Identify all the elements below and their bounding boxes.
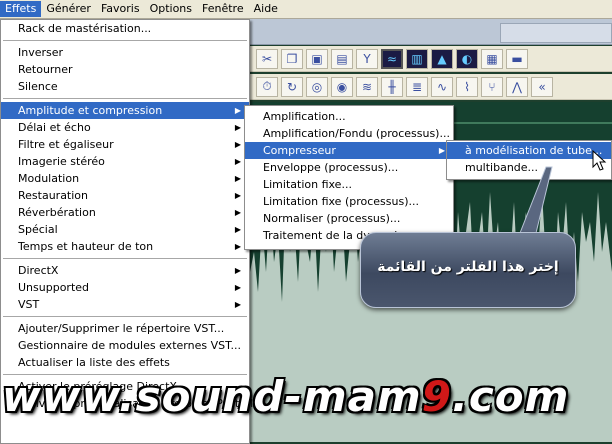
- menu-item-enveloppe[interactable]: Enveloppe (processus)...: [245, 159, 453, 176]
- menu-item-refresh[interactable]: Actualiser la liste des effets: [1, 354, 249, 371]
- menu-item-filtre[interactable]: Filtre et égaliseur ▶: [1, 136, 249, 153]
- submenu-arrow-icon: ▶: [234, 140, 241, 149]
- instruction-callout: إختر هذا الفلتر من القائمة: [360, 232, 576, 308]
- menu-item-delai[interactable]: Délai et écho ▶: [1, 119, 249, 136]
- submenu-arrow-icon: ▶: [438, 146, 445, 155]
- submenu-arrow-icon: ▶: [234, 157, 241, 166]
- menu-separator: [3, 40, 247, 41]
- callout-pointer: [519, 166, 553, 234]
- wave-icon[interactable]: ∿: [431, 76, 453, 97]
- document-tab-bar: [248, 19, 612, 45]
- tab-strip[interactable]: [500, 23, 612, 43]
- amplitude-submenu: Amplification... Amplification/Fondu (pr…: [244, 105, 454, 250]
- submenu-arrow-icon: ▶: [234, 106, 241, 115]
- submenu-arrow-icon: ▶: [234, 242, 241, 251]
- spectral-view-icon[interactable]: ▥: [406, 48, 428, 69]
- submenu-arrow-icon: ▶: [234, 283, 241, 292]
- menu-separator: [3, 258, 247, 259]
- menu-item-compresseur[interactable]: Compresseur ▶: [245, 142, 453, 159]
- menu-item-vst-dir[interactable]: Ajouter/Supprimer le répertoire VST...: [1, 320, 249, 337]
- copy-icon[interactable]: ❐: [281, 48, 303, 69]
- menu-item-directx[interactable]: DirectX ▶: [1, 262, 249, 279]
- menu-item-limitation-processus[interactable]: Limitation fixe (processus)...: [245, 193, 453, 210]
- menu-separator: [3, 316, 247, 317]
- menu-item-vst[interactable]: VST ▶: [1, 296, 249, 313]
- menu-item-amplification-fondu[interactable]: Amplification/Fondu (processus)...: [245, 125, 453, 142]
- menu-aide[interactable]: Aide: [249, 1, 283, 17]
- peak-icon[interactable]: ⋀: [506, 76, 528, 97]
- menu-separator: [3, 98, 247, 99]
- callout-text: إختر هذا الفلتر من القائمة: [377, 259, 559, 275]
- submenu-arrow-icon: ▶: [234, 208, 241, 217]
- pan-icon[interactable]: ▦: [481, 48, 503, 69]
- mouse-cursor-icon: [592, 150, 607, 171]
- paste-icon[interactable]: ▣: [306, 48, 328, 69]
- site-watermark: www.sound-mam9.com: [0, 370, 612, 424]
- toolbar-row-1: ✂ ❐ ▣ ▤ Y ≈ ▥ ▲ ◐ ▦ ▬: [248, 46, 612, 72]
- menu-item-tube[interactable]: à modélisation de tube...: [447, 142, 611, 159]
- menu-favoris[interactable]: Favoris: [96, 1, 145, 17]
- mix-paste-icon[interactable]: ▤: [331, 48, 353, 69]
- menu-item-amplification[interactable]: Amplification...: [245, 108, 453, 125]
- menu-fenetre[interactable]: Fenêtre: [197, 1, 249, 17]
- spectrum-icon[interactable]: ⌇: [456, 76, 478, 97]
- menu-item-unsupported[interactable]: Unsupported ▶: [1, 279, 249, 296]
- submenu-arrow-icon: ▶: [234, 225, 241, 234]
- menu-item-retourner[interactable]: Retourner: [1, 61, 249, 78]
- scissors-icon[interactable]: ✂: [256, 48, 278, 69]
- toolbar-row-2: ⏱ ↻ ◎ ◉ ≋ ╫ ≣ ∿ ⌇ ⑂ ⋀ «: [248, 74, 612, 100]
- menu-item-temps[interactable]: Temps et hauteur de ton ▶: [1, 238, 249, 255]
- back-icon[interactable]: «: [531, 76, 553, 97]
- timer-icon[interactable]: ⏱: [256, 76, 278, 97]
- menu-item-imagerie[interactable]: Imagerie stéréo ▶: [1, 153, 249, 170]
- menu-generer[interactable]: Générer: [41, 1, 96, 17]
- menu-item-rack[interactable]: Rack de mastérisation...: [1, 20, 249, 37]
- normalize-icon[interactable]: ≣: [406, 76, 428, 97]
- menu-item-vst-manager[interactable]: Gestionnaire de modules externes VST...: [1, 337, 249, 354]
- scope-icon[interactable]: ▬: [506, 48, 528, 69]
- menu-options[interactable]: Options: [145, 1, 197, 17]
- watermark-text: www.sound-mam9.com: [2, 372, 570, 421]
- menu-item-modulation[interactable]: Modulation ▶: [1, 170, 249, 187]
- fade-icon[interactable]: ◉: [331, 76, 353, 97]
- submenu-arrow-icon: ▶: [234, 123, 241, 132]
- eq-icon[interactable]: ╫: [381, 76, 403, 97]
- loop-icon[interactable]: ↻: [281, 76, 303, 97]
- submenu-arrow-icon: ▶: [234, 191, 241, 200]
- menu-bar: Effets Générer Favoris Options Fenêtre A…: [0, 0, 612, 19]
- menu-item-reverberation[interactable]: Réverbération ▶: [1, 204, 249, 221]
- phase-icon[interactable]: ◐: [456, 48, 478, 69]
- noise-icon[interactable]: ≋: [356, 76, 378, 97]
- crop-icon[interactable]: Y: [356, 48, 378, 69]
- menu-item-special[interactable]: Spécial ▶: [1, 221, 249, 238]
- submenu-arrow-icon: ▶: [234, 300, 241, 309]
- fork-icon[interactable]: ⑂: [481, 76, 503, 97]
- menu-item-restauration[interactable]: Restauration ▶: [1, 187, 249, 204]
- waveform-view-icon[interactable]: ≈: [381, 48, 403, 69]
- submenu-arrow-icon: ▶: [234, 174, 241, 183]
- menu-item-silence[interactable]: Silence: [1, 78, 249, 95]
- menu-item-limitation[interactable]: Limitation fixe...: [245, 176, 453, 193]
- envelope-icon[interactable]: ◎: [306, 76, 328, 97]
- menu-effets[interactable]: Effets: [0, 1, 42, 17]
- spectral-icon[interactable]: ▲: [431, 48, 453, 69]
- menu-item-inverser[interactable]: Inverser: [1, 44, 249, 61]
- menu-item-amplitude[interactable]: Amplitude et compression ▶: [1, 102, 249, 119]
- menu-item-normaliser[interactable]: Normaliser (processus)...: [245, 210, 453, 227]
- submenu-arrow-icon: ▶: [234, 266, 241, 275]
